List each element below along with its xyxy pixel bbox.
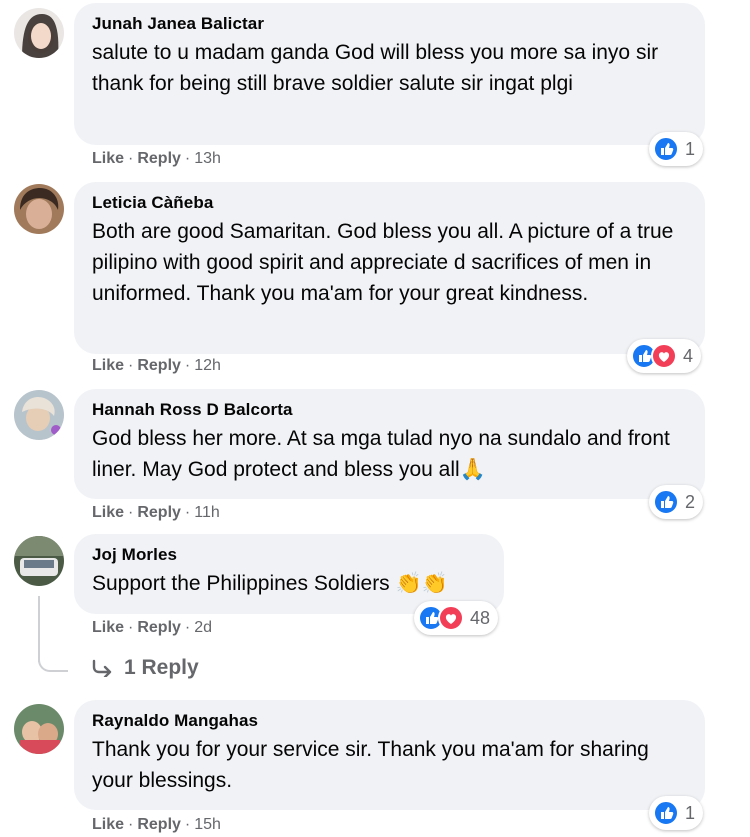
replies-count-label[interactable]: 1 Reply [124,656,199,680]
like-reaction-icon [653,136,679,162]
like-reaction-icon [653,489,679,515]
reply-button[interactable]: Reply [137,150,181,167]
reply-button[interactable]: Reply [137,619,181,636]
avatar[interactable] [14,390,64,440]
comment-actions: Like · Reply · 15h [92,816,221,833]
view-replies-link[interactable]: 1 Reply [92,656,199,680]
like-button[interactable]: Like [92,504,124,521]
like-button[interactable]: Like [92,619,124,636]
avatar[interactable] [14,536,64,586]
comment-text: salute to u madam ganda God will bless y… [92,41,659,95]
reaction-summary[interactable]: 1 [649,796,704,830]
comment-actions: Like · Reply · 12h [92,357,221,374]
reaction-summary[interactable]: 4 [627,339,702,373]
timestamp[interactable]: 2d [194,619,212,636]
reply-button[interactable]: Reply [137,816,181,833]
comment-text: Thank you for your service sir. Thank yo… [92,738,649,792]
reaction-summary[interactable]: 48 [414,601,499,635]
reply-button[interactable]: Reply [137,504,181,521]
avatar[interactable] [14,704,64,754]
like-reaction-icon [653,800,679,826]
reply-button[interactable]: Reply [137,357,181,374]
comment-author[interactable]: Junah Janea Balictar [92,13,685,35]
reaction-summary[interactable]: 2 [649,485,704,519]
reaction-count: 2 [685,491,696,512]
like-button[interactable]: Like [92,816,124,833]
avatar[interactable] [14,8,64,58]
like-button[interactable]: Like [92,150,124,167]
reaction-count: 1 [685,138,696,159]
reaction-count: 4 [683,345,694,366]
comment-bubble: Junah Janea Balictar salute to u madam g… [74,3,705,145]
reply-arrow-icon [92,659,112,677]
comment-bubble: Raynaldo Mangahas Thank you for your ser… [74,700,705,810]
comment-author[interactable]: Raynaldo Mangahas [92,710,685,732]
comment-actions: Like · Reply · 11h [92,504,220,521]
heart-reaction-icon [651,343,677,369]
timestamp[interactable]: 12h [194,357,221,374]
heart-reaction-icon [438,605,464,631]
timestamp[interactable]: 13h [194,150,221,167]
comment-text: Support the Philippines Soldiers 👏👏 [92,572,448,595]
comment-text: Both are good Samaritan. God bless you a… [92,220,674,305]
comment-author[interactable]: Leticia Càñeba [92,192,685,214]
comment-text: God bless her more. At sa mga tulad nyo … [92,427,670,481]
like-button[interactable]: Like [92,357,124,374]
thread-connector [38,640,68,672]
reaction-summary[interactable]: 1 [649,132,704,166]
timestamp[interactable]: 11h [194,504,220,521]
comment-bubble: Leticia Càñeba Both are good Samaritan. … [74,182,705,354]
timestamp[interactable]: 15h [194,816,221,833]
comment-actions: Like · Reply · 13h [92,150,221,167]
reaction-count: 48 [470,607,491,628]
comment-bubble: Hannah Ross D Balcorta God bless her mor… [74,389,705,499]
avatar[interactable] [14,184,64,234]
comment-author[interactable]: Hannah Ross D Balcorta [92,399,685,421]
comment-actions: Like · Reply · 2d [92,619,213,636]
reaction-count: 1 [685,802,696,823]
comment-author[interactable]: Joj Morles [92,544,484,566]
